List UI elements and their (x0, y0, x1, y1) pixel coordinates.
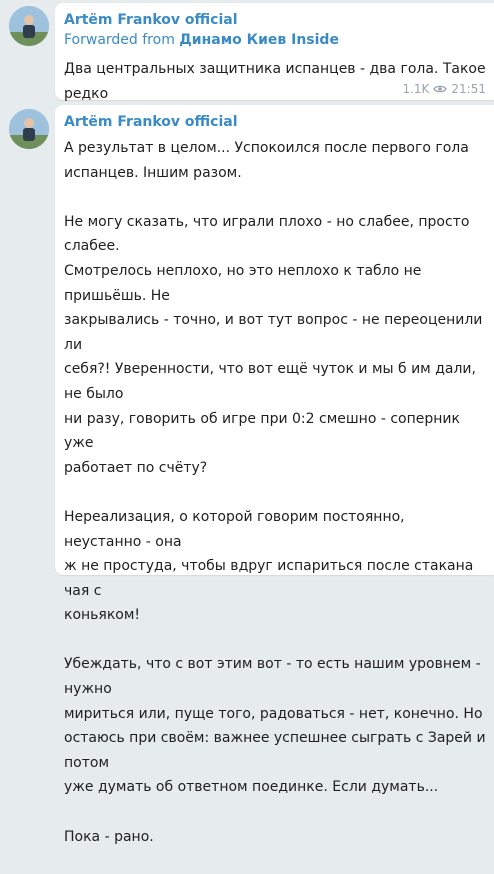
message-paragraph: А результат в целом... Успокоился после … (64, 140, 469, 181)
avatar-image (9, 6, 49, 46)
message-meta: 1.1K 21:51 (402, 82, 486, 96)
forwarded-header[interactable]: Forwarded from Динамо Киев Inside (64, 32, 339, 48)
channel-avatar[interactable] (9, 109, 49, 149)
message-paragraph: Нереализация, о которой говорим постоянн… (64, 508, 474, 624)
message-paragraph: Не могу сказать, что играли плохо - но с… (64, 213, 483, 476)
message-bubble[interactable]: Artëm Frankov official Forwarded from Ди… (55, 3, 494, 126)
message-text: А результат в целом... Успокоился после … (64, 136, 486, 874)
forwarded-source[interactable]: Динамо Киев Inside (179, 32, 339, 48)
forwarded-prefix: Forwarded from (64, 32, 175, 48)
eye-icon (433, 85, 448, 93)
message-time: 21:51 (451, 82, 486, 96)
message-bubble[interactable]: Artëm Frankov official А результат в цел… (55, 105, 494, 845)
message-author[interactable]: Artëm Frankov official (64, 114, 238, 130)
view-count: 1.1K (402, 82, 430, 96)
avatar-image (9, 109, 49, 149)
message-author[interactable]: Artëm Frankov official (64, 12, 238, 28)
channel-avatar[interactable] (9, 6, 49, 46)
message-paragraph: Убеждать, что с вот этим вот - то есть н… (64, 656, 486, 796)
message-paragraph: Пока - рано. (64, 828, 154, 845)
